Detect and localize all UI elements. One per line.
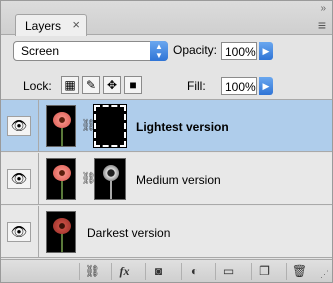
layer-name[interactable]: Medium version xyxy=(136,173,221,187)
divider xyxy=(38,206,39,258)
opacity-label: Opacity: xyxy=(173,43,218,57)
lock-all-icon[interactable]: ■ xyxy=(124,76,142,94)
flower-image xyxy=(53,165,71,181)
blend-mode-select[interactable]: Screen ▲ ▼ xyxy=(13,41,168,61)
close-icon[interactable]: × xyxy=(72,17,80,32)
tab-layers[interactable]: Layers × xyxy=(15,14,87,36)
flower-image xyxy=(53,218,71,234)
layers-panel: Layers × » ≡ Screen ▲ ▼ Opacity: 100% ▶ L… xyxy=(0,0,333,283)
layer-name[interactable]: Lightest version xyxy=(136,120,229,134)
opacity-field[interactable]: 100% xyxy=(221,42,257,60)
lock-transparency-icon[interactable]: ▦ xyxy=(61,76,79,94)
delete-layer-icon[interactable]: 🗑 xyxy=(286,263,312,280)
blend-stepper-icon: ▲ ▼ xyxy=(150,41,168,61)
eye-icon[interactable]: 👁 xyxy=(7,169,31,189)
divider xyxy=(38,100,39,152)
add-mask-icon[interactable]: ◙ xyxy=(145,263,171,280)
panel-menu-icon[interactable]: ≡ xyxy=(318,17,326,33)
collapse-icon[interactable]: » xyxy=(320,3,325,14)
panel-tabbar: Layers × » ≡ xyxy=(1,1,332,36)
adjustment-layer-icon[interactable]: ◐ xyxy=(181,263,207,280)
layer-thumbnail[interactable] xyxy=(46,211,76,253)
fill-field[interactable]: 100% xyxy=(221,77,257,95)
lock-position-icon[interactable]: ✥ xyxy=(103,76,121,94)
layer-thumbnail[interactable] xyxy=(46,105,76,147)
panel-footer: ⛓ fx ◙ ◐ ▭ ❐ 🗑 ⋰ xyxy=(1,259,332,282)
lock-pixels-icon[interactable]: ✎ xyxy=(82,76,100,94)
divider xyxy=(38,153,39,205)
tab-label: Layers xyxy=(25,19,62,33)
layer-name[interactable]: Darkest version xyxy=(87,226,170,240)
flower-stem xyxy=(61,181,63,199)
fill-arrow-icon[interactable]: ▶ xyxy=(259,77,273,95)
layer-row-medium[interactable]: 👁 ⛓ Medium version xyxy=(1,153,332,205)
resize-grip-icon[interactable]: ⋰ xyxy=(320,269,329,280)
layer-row-lightest[interactable]: 👁 ⛓ Lightest version xyxy=(1,100,332,152)
fill-label: Fill: xyxy=(187,79,206,93)
fx-icon[interactable]: fx xyxy=(111,263,137,280)
eye-icon[interactable]: 👁 xyxy=(7,222,31,242)
blend-mode-value: Screen xyxy=(21,44,60,58)
flower-stem xyxy=(61,128,63,146)
layer-mask-thumbnail[interactable] xyxy=(94,158,126,200)
opacity-arrow-icon[interactable]: ▶ xyxy=(259,42,273,60)
flower-image xyxy=(53,112,71,128)
link-layers-icon[interactable]: ⛓ xyxy=(79,263,105,280)
layer-mask-thumbnail[interactable] xyxy=(93,104,127,148)
eye-icon[interactable]: 👁 xyxy=(7,116,31,136)
lock-label: Lock: xyxy=(23,79,52,93)
new-group-icon[interactable]: ▭ xyxy=(215,263,241,280)
mask-stem xyxy=(110,181,112,199)
layer-thumbnail[interactable] xyxy=(46,158,76,200)
flower-stem xyxy=(61,234,63,252)
mask-flower-image xyxy=(103,165,119,181)
new-layer-icon[interactable]: ❐ xyxy=(251,263,277,280)
layer-row-darkest[interactable]: 👁 Darkest version xyxy=(1,206,332,258)
